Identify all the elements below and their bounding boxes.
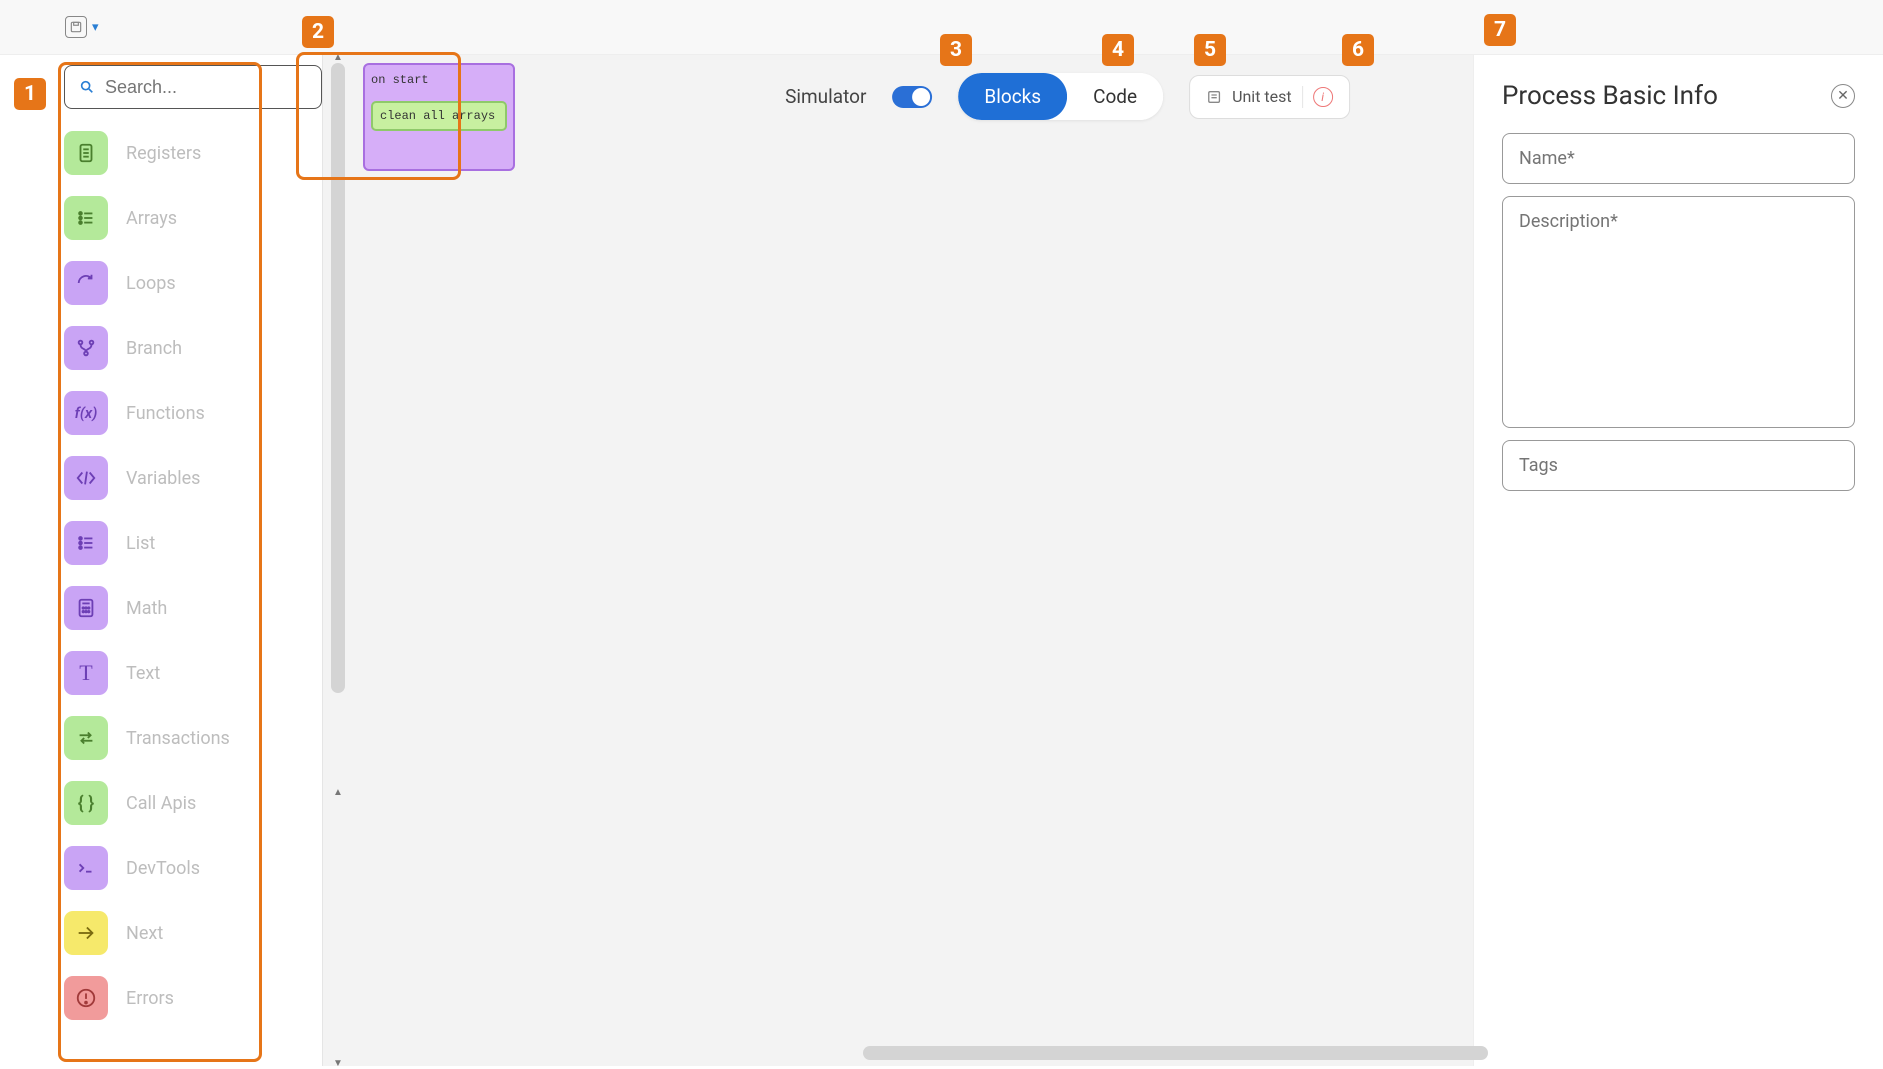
- scroll-thumb[interactable]: [331, 63, 345, 693]
- sidebar-item-call-apis[interactable]: { } Call Apis: [64, 777, 322, 829]
- sidebar-item-functions[interactable]: f(x) Functions: [64, 387, 322, 439]
- unit-test-label: Unit test: [1232, 87, 1292, 106]
- divider: [1302, 86, 1303, 108]
- unit-test-button[interactable]: Unit test i: [1189, 75, 1350, 119]
- tags-field-wrapper[interactable]: [1502, 440, 1855, 491]
- file-icon: [64, 131, 108, 175]
- view-mode-segmented: Blocks Code: [958, 73, 1163, 120]
- callout-4: 4: [1102, 34, 1134, 66]
- sidebar-item-label: Branch: [126, 338, 182, 359]
- tab-code[interactable]: Code: [1067, 73, 1163, 120]
- name-input[interactable]: [1519, 148, 1838, 169]
- close-icon[interactable]: ✕: [1831, 84, 1855, 108]
- tab-blocks[interactable]: Blocks: [958, 73, 1067, 120]
- description-input[interactable]: [1519, 211, 1838, 253]
- calculator-icon: [64, 586, 108, 630]
- sidebar-item-label: Loops: [126, 273, 176, 294]
- callout-3: 3: [940, 34, 972, 66]
- sidebar-item-label: Call Apis: [126, 793, 196, 814]
- scroll-thumb[interactable]: [863, 1046, 1488, 1060]
- arrow-right-icon: [64, 911, 108, 955]
- sidebar-item-variables[interactable]: Variables: [64, 452, 322, 504]
- checklist-icon: [1206, 89, 1222, 105]
- sidebar-item-list[interactable]: List: [64, 517, 322, 569]
- sidebar-item-errors[interactable]: Errors: [64, 972, 322, 1024]
- code-block-on-start[interactable]: on start clean all arrays: [363, 63, 515, 171]
- callout-2: 2: [302, 16, 334, 48]
- canvas[interactable]: ▲ ▲ ▼ on start clean all arrays Simulato…: [322, 55, 1473, 1066]
- list-icon: [64, 196, 108, 240]
- chevron-down-icon[interactable]: ▾: [92, 20, 99, 35]
- alert-icon: [64, 976, 108, 1020]
- sidebar-item-label: Next: [126, 923, 163, 944]
- description-field-wrapper[interactable]: [1502, 196, 1855, 428]
- sidebar-item-branch[interactable]: Branch: [64, 322, 322, 374]
- callout-7: 7: [1484, 14, 1516, 46]
- block-outer-label: on start: [371, 73, 507, 87]
- sidebar-item-arrays[interactable]: Arrays: [64, 192, 322, 244]
- terminal-icon: [64, 846, 108, 890]
- search-input-wrapper[interactable]: [64, 65, 322, 109]
- sidebar-item-label: List: [126, 533, 155, 554]
- vertical-scrollbar[interactable]: ▲ ▲ ▼: [331, 55, 345, 1066]
- sidebar-item-label: Errors: [126, 988, 174, 1009]
- sidebar-item-label: Registers: [126, 143, 201, 164]
- branch-icon: [64, 326, 108, 370]
- sidebar-item-loops[interactable]: Loops: [64, 257, 322, 309]
- sidebar-item-devtools[interactable]: DevTools: [64, 842, 322, 894]
- block-inner-label[interactable]: clean all arrays: [371, 101, 507, 131]
- search-icon: [79, 78, 95, 96]
- simulator-toggle[interactable]: [892, 86, 932, 108]
- sidebar-item-math[interactable]: Math: [64, 582, 322, 634]
- code-icon: [64, 456, 108, 500]
- info-icon[interactable]: i: [1313, 87, 1333, 107]
- sidebar-item-transactions[interactable]: Transactions: [64, 712, 322, 764]
- braces-icon: { }: [64, 781, 108, 825]
- panel-title: Process Basic Info: [1502, 81, 1718, 111]
- sidebar-item-label: Arrays: [126, 208, 177, 229]
- save-icon[interactable]: [65, 16, 87, 38]
- horizontal-scrollbar[interactable]: [323, 1046, 1473, 1060]
- tags-input[interactable]: [1519, 455, 1838, 476]
- list-icon: [64, 521, 108, 565]
- callout-5: 5: [1194, 34, 1226, 66]
- name-field-wrapper[interactable]: [1502, 133, 1855, 184]
- sidebar-item-label: DevTools: [126, 858, 200, 879]
- fx-icon: f(x): [64, 391, 108, 435]
- callout-6: 6: [1342, 34, 1374, 66]
- category-sidebar: Registers Arrays Loops Branch f(x) Funct…: [60, 55, 322, 1066]
- sidebar-item-registers[interactable]: Registers: [64, 127, 322, 179]
- sidebar-item-text[interactable]: T Text: [64, 647, 322, 699]
- sidebar-item-label: Variables: [126, 468, 200, 489]
- sidebar-item-label: Text: [126, 663, 160, 684]
- sidebar-item-label: Transactions: [126, 728, 230, 749]
- process-info-panel: Process Basic Info ✕: [1473, 55, 1883, 1066]
- simulator-label: Simulator: [785, 85, 866, 108]
- refresh-icon: [64, 261, 108, 305]
- sidebar-item-next[interactable]: Next: [64, 907, 322, 959]
- swap-icon: [64, 716, 108, 760]
- callout-1: 1: [14, 78, 46, 110]
- scroll-up-icon[interactable]: ▲: [333, 787, 343, 798]
- sidebar-item-label: Functions: [126, 403, 205, 424]
- search-input[interactable]: [105, 77, 307, 98]
- sidebar-item-label: Math: [126, 598, 167, 619]
- text-icon: T: [64, 651, 108, 695]
